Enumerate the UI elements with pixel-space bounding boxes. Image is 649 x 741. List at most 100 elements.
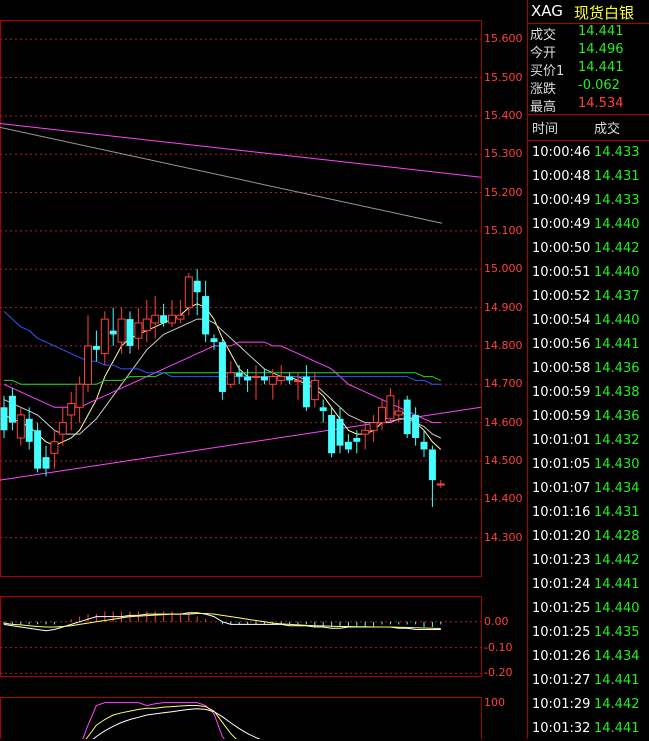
tick-time: 10:01:01 [532,433,591,448]
price-tick-label: 14.300 [484,530,523,544]
tick-price: 14.442 [594,553,640,568]
tick-row: 10:01:25 14.435 [528,621,649,645]
tick-row: 10:00:54 14.440 [528,309,649,333]
tick-price: 14.433 [594,193,640,208]
panel-frame [0,596,482,677]
candle-body-up [369,422,378,431]
tick-time: 10:01:32 [532,721,591,736]
candle-body-down [0,407,8,431]
candle-body-up [310,379,319,401]
tick-price: 14.441 [594,721,640,736]
tick-row: 10:01:29 14.442 [528,693,649,717]
tick-price: 14.430 [594,457,640,472]
resistance-trendline [0,123,482,178]
tick-price: 14.435 [594,625,640,640]
tick-price: 14.440 [594,313,640,328]
tick-row: 10:00:56 14.441 [528,333,649,357]
tick-row: 10:01:26 14.434 [528,645,649,669]
tick-header-price: 成交 [594,122,621,137]
candle-body-up [226,372,235,385]
tick-price: 14.438 [594,385,640,400]
quote-label: 买价1 [530,64,565,79]
quote-label: 最高 [530,100,557,115]
candle-body-down [126,319,134,346]
price-tick-label: 14.600 [484,415,523,429]
candle-body-down [218,342,226,392]
macd-tick-label: -0.20 [484,666,513,680]
tick-time: 10:01:25 [532,625,591,640]
candle-body-down [328,414,336,454]
tick-header-time: 时间 [532,122,559,137]
tick-price: 14.441 [594,673,640,688]
tick-row: 10:01:20 14.428 [528,525,649,549]
candle-body-down [235,372,243,377]
quote-label: 成交 [530,28,557,43]
tick-time: 10:00:49 [532,193,591,208]
candle-body-up [75,383,84,408]
candle-body-down [210,338,218,343]
panel-divider [528,140,649,141]
panel-divider [528,23,649,24]
kdj-line [85,705,237,739]
quote-title: XAG 现货白银 [528,0,649,22]
candle-body-up [394,410,403,416]
candle-body-up [268,376,277,385]
candle-body-down [34,430,42,469]
candle-body-up [67,402,76,416]
long-ma-line [0,126,443,224]
tick-price: 14.434 [594,649,640,664]
tick-row: 10:01:23 14.442 [528,549,649,573]
tick-price: 14.431 [594,505,640,520]
tick-price: 14.440 [594,217,640,232]
tick-time: 10:00:48 [532,169,591,184]
candle-body-down [412,414,420,438]
candle-body-up [151,314,160,324]
candle-body-down [42,457,50,469]
tick-price: 14.441 [594,337,640,352]
quote-value: 14.496 [578,42,624,57]
candle-body-down [286,376,294,381]
tick-row: 10:00:59 14.438 [528,381,649,405]
tick-time: 10:01:16 [532,505,591,520]
tick-row: 10:00:59 14.436 [528,405,649,429]
tick-row: 10:00:52 14.437 [528,285,649,309]
tick-row: 10:01:05 14.430 [528,453,649,477]
tick-price: 14.437 [594,289,640,304]
candle-body-down [336,418,344,446]
quote-value: 14.534 [578,96,624,111]
tick-price: 14.440 [594,265,640,280]
candle-body-down [353,437,361,442]
tick-row: 10:00:46 14.433 [528,141,649,165]
candle-body-down [92,345,100,350]
tick-price: 14.434 [594,481,640,496]
price-tick-label: 15.100 [484,223,523,237]
tick-time: 10:01:26 [532,649,591,664]
tick-time: 10:01:29 [532,697,591,712]
tick-time: 10:01:24 [532,577,591,592]
tick-time: 10:01:23 [532,553,591,568]
tick-time: 10:00:54 [532,313,591,328]
quote-panel: XAG 现货白银 成交 14.441 今开 14.496 买价1 14.441 涨跌 -0.0… [528,0,649,739]
kline-chart[interactable] [0,0,528,739]
panel-frame [0,697,482,739]
price-tick-label: 14.700 [484,377,523,391]
price-gridlines [0,38,481,674]
candle-body-up [84,345,92,385]
tick-time: 10:01:20 [532,529,591,544]
candle-body-up [184,276,193,309]
quote-value: -0.062 [578,78,620,93]
tick-time: 10:00:49 [532,217,591,232]
candle-body-up [142,318,151,332]
tick-time: 10:01:27 [532,673,591,688]
price-tick-label: 15.300 [484,147,523,161]
tick-time: 10:01:05 [532,457,591,472]
candlesticks [0,269,445,507]
candle-body-down [260,376,268,381]
tick-table-header: 时间 成交 [528,116,649,138]
price-tick-label: 15.600 [484,32,523,46]
candle-body-up [252,376,260,379]
price-tick-label: 15.000 [484,262,523,276]
tick-row: 10:01:25 14.440 [528,597,649,621]
tick-time: 10:00:59 [532,385,591,400]
candle-body-up [176,314,185,320]
